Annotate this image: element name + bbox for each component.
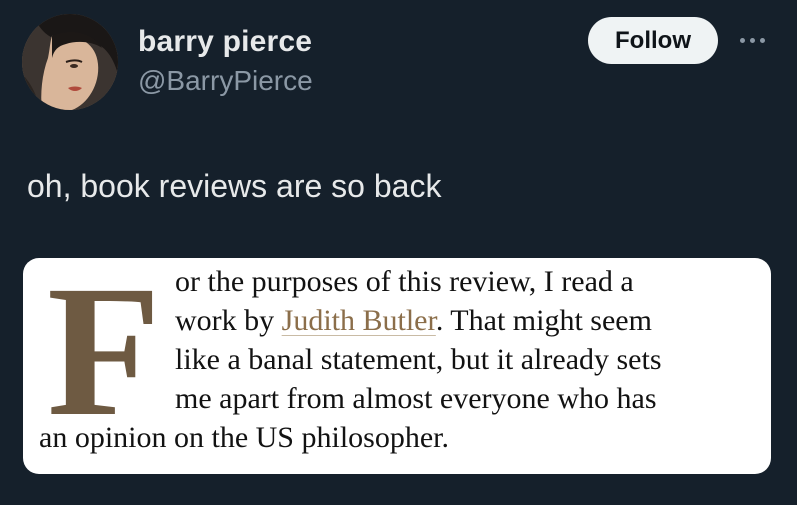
avatar[interactable]	[22, 14, 118, 110]
quote-line: like a banal statement, but it already s…	[175, 343, 662, 376]
tweet-header: barry pierce @BarryPierce Follow	[22, 14, 782, 114]
quote-paragraph: or the purposes of this review, I read a…	[175, 262, 761, 418]
drop-cap: F	[47, 258, 161, 455]
quote-line: me apart from almost everyone who has	[175, 382, 657, 415]
quote-text: work by	[175, 304, 282, 337]
dot-icon	[749, 37, 755, 43]
dot-icon	[759, 37, 765, 43]
quote-text: . That might seem	[435, 304, 652, 337]
drop-cap-letter: F	[47, 276, 161, 418]
avatar-portrait-icon	[22, 14, 118, 110]
display-name[interactable]: barry pierce	[138, 24, 313, 60]
follow-button[interactable]: Follow	[588, 17, 718, 64]
quoted-image-card[interactable]: F or the purposes of this review, I read…	[23, 258, 771, 474]
quote-line: work by Judith Butler. That might seem	[175, 301, 761, 340]
quote-line: an opinion on the US philosopher.	[39, 421, 449, 454]
author-names: barry pierce @BarryPierce	[138, 24, 313, 99]
author-link[interactable]: Judith Butler	[282, 304, 436, 337]
user-handle[interactable]: @BarryPierce	[138, 63, 313, 99]
quote-line: or the purposes of this review, I read a	[175, 265, 634, 298]
dot-icon	[739, 37, 745, 43]
tweet-text: oh, book reviews are so back	[27, 168, 442, 204]
more-options-icon[interactable]	[732, 32, 772, 48]
